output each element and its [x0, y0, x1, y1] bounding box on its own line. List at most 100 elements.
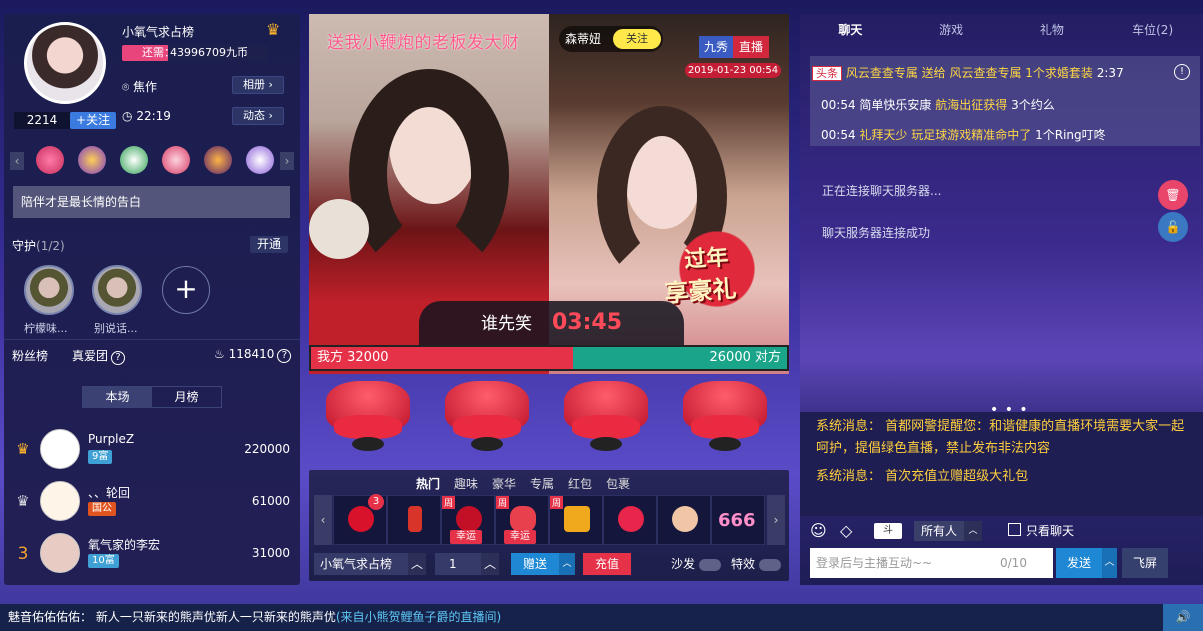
info-icon[interactable]: ! [1174, 64, 1190, 80]
tab-fun[interactable]: 趣味 [447, 475, 485, 492]
volume-icon[interactable]: 🔊 [1163, 604, 1203, 631]
badge-next-arrow[interactable]: › [280, 152, 294, 170]
badge-prev-arrow[interactable]: ‹ [10, 152, 24, 170]
anchor-avatar[interactable] [24, 22, 106, 104]
recipient-select[interactable]: 小氧气求占榜 ︿ [314, 553, 426, 575]
send-options-button[interactable]: ︿ [1102, 548, 1117, 578]
rank-row[interactable]: ♛ PurpleZ 9富 220000 [4, 426, 300, 474]
video-stage[interactable]: 送我小鞭炮的老板发大财 森蒂妞 关注 九秀 直播 2019-01-23 00:5… [309, 14, 789, 374]
recharge-button[interactable]: 充值 [583, 553, 631, 575]
stage-banner: 送我小鞭炮的老板发大财 [327, 33, 520, 53]
guard-title: 守护(1/2) [12, 239, 65, 253]
tab-monthly[interactable]: 月榜 [152, 387, 221, 407]
rank-row[interactable]: ♛ 、、轮回 国公 61000 [4, 478, 300, 526]
headline-row: 头条 风云查查专属 送给 风云查查专属 1个求婚套装 2:37 [812, 64, 1124, 81]
sofa-seat[interactable] [322, 375, 414, 455]
fans-rank-label[interactable]: 粉丝榜 [12, 347, 48, 364]
tab-gift[interactable]: 礼物 [1002, 14, 1103, 46]
sofa-toggle[interactable]: 沙发 [671, 553, 721, 575]
sofa-seat[interactable] [560, 375, 652, 455]
true-love-group[interactable]: 真爱团? [72, 347, 126, 365]
send-button[interactable]: 发送 [1056, 548, 1102, 578]
give-options-button[interactable]: ︿ [559, 553, 575, 575]
album-button[interactable]: 相册 › [232, 76, 284, 94]
dynamic-button[interactable]: 动态 › [232, 107, 284, 125]
only-chat-checkbox[interactable] [1008, 523, 1021, 536]
doutu-icon[interactable]: 斗 [874, 523, 902, 539]
tab-luxury[interactable]: 豪华 [485, 475, 523, 492]
pk-timer: 03:45 [551, 310, 623, 335]
gift-lucky-kiss[interactable]: 周幸运 [495, 495, 549, 545]
guard-avatar[interactable] [92, 265, 142, 315]
ticker-user: 魅音佑佑佑佑： [8, 610, 93, 624]
badge-row: ‹ › [10, 144, 294, 176]
gift-666[interactable]: 666 [711, 495, 765, 545]
tab-this-show[interactable]: 本场 [83, 387, 152, 407]
gift-next-arrow[interactable]: › [767, 495, 785, 545]
gift-clap[interactable] [657, 495, 711, 545]
fly-screen-button[interactable]: 飞屏 [1122, 548, 1168, 578]
tab-game[interactable]: 游戏 [901, 14, 1002, 46]
system-messages: 系统消息： 首都网警提醒您：和谐健康的直播环境需要大家一起呵护，提倡绿色直播，禁… [800, 412, 1203, 516]
guard-name: 柠檬味... [24, 322, 68, 335]
rank-score: 31000 [251, 546, 290, 560]
tab-red-packet[interactable]: 红包 [561, 475, 599, 492]
rank-user-name: 氧气家的李宏 [88, 538, 161, 552]
badge-icon[interactable] [162, 146, 190, 174]
live-time-text: 22:19 [136, 109, 171, 123]
ticker-source[interactable]: (来自小熊贺鲤鱼子爵的直播间) [336, 610, 501, 624]
slogan: 陪伴才是最长情的告白 [13, 186, 290, 218]
lock-icon[interactable]: 🔓 [1158, 212, 1188, 242]
pk-header: 谁先笑 03:45 [419, 301, 684, 345]
follow-button[interactable]: +关注 [70, 112, 116, 129]
diamond-icon[interactable]: ◇ [840, 521, 852, 540]
guard-avatar[interactable] [24, 265, 74, 315]
stream-date: 2019-01-23 00:54 [685, 63, 781, 78]
gift-prev-arrow[interactable]: ‹ [314, 495, 332, 545]
partner-follow-button[interactable]: 关注 [613, 29, 661, 49]
chevron-up-icon[interactable]: ︿ [964, 521, 982, 541]
rank-name: 小氧气求占榜 [122, 25, 195, 39]
emoji-icon[interactable]: ☺ [810, 521, 827, 540]
tab-parking[interactable]: 车位(2) [1102, 14, 1203, 46]
badge-icon[interactable] [120, 146, 148, 174]
gift-heart-balloon[interactable] [603, 495, 657, 545]
headline-time: 2:37 [1096, 66, 1124, 80]
sofa-seat[interactable] [679, 375, 771, 455]
sofa-seat[interactable] [441, 375, 533, 455]
heat-value: ♨ 118410? [214, 347, 292, 363]
rank-tabs: 本场 月榜 [82, 386, 222, 408]
target-select[interactable]: 所有人 [914, 521, 964, 541]
rank-score: 220000 [244, 442, 290, 456]
pk-opponent-score: 26000 对方 [573, 347, 787, 369]
gift-list: 3 周幸运 周幸运 周 666 [333, 494, 765, 545]
badge-icon[interactable] [36, 146, 64, 174]
tab-bag[interactable]: 包裹 [599, 475, 637, 492]
gift-lucky-rose[interactable]: 周幸运 [441, 495, 495, 545]
tab-hot[interactable]: 热门 [409, 475, 447, 492]
effect-toggle[interactable]: 特效 [731, 553, 781, 575]
badge-icon[interactable] [246, 146, 274, 174]
level-badge: 10富 [88, 554, 119, 568]
give-button[interactable]: 赠送 [511, 553, 559, 575]
badge-icon[interactable] [78, 146, 106, 174]
tab-exclusive[interactable]: 专属 [523, 475, 561, 492]
gift-rose[interactable]: 3 [333, 494, 387, 545]
chat-controls: ☺ ◇ 斗 所有人 ︿ 只看聊天 [800, 519, 1203, 545]
trash-icon[interactable]: 🗑 [1158, 180, 1188, 210]
rank-avatar [40, 481, 80, 521]
pk-our-score: 我方 32000 [311, 347, 573, 369]
add-guard-button[interactable]: + [162, 266, 210, 314]
tab-chat[interactable]: 聊天 [800, 14, 901, 46]
rank-row[interactable]: 3 氧气家的李宏 10富 31000 [4, 530, 300, 578]
gift-panel: 热门 趣味 豪华 专属 红包 包裹 ‹ 3 周幸运 周幸运 周 666 › 小氧… [309, 470, 789, 581]
gift-beer[interactable]: 周 [549, 495, 603, 545]
headline-tag: 头条 [812, 66, 842, 81]
help-icon: ? [111, 351, 126, 365]
headline-text: 风云查查专属 送给 风云查查专属 1个求婚套装 [845, 66, 1093, 80]
quantity-input[interactable]: 1 ︿ [435, 553, 499, 575]
gift-firecracker[interactable] [387, 495, 441, 545]
open-guard-button[interactable]: 开通 [250, 236, 288, 253]
pk-score-bar: 我方 32000 26000 对方 [309, 345, 789, 371]
badge-icon[interactable] [204, 146, 232, 174]
